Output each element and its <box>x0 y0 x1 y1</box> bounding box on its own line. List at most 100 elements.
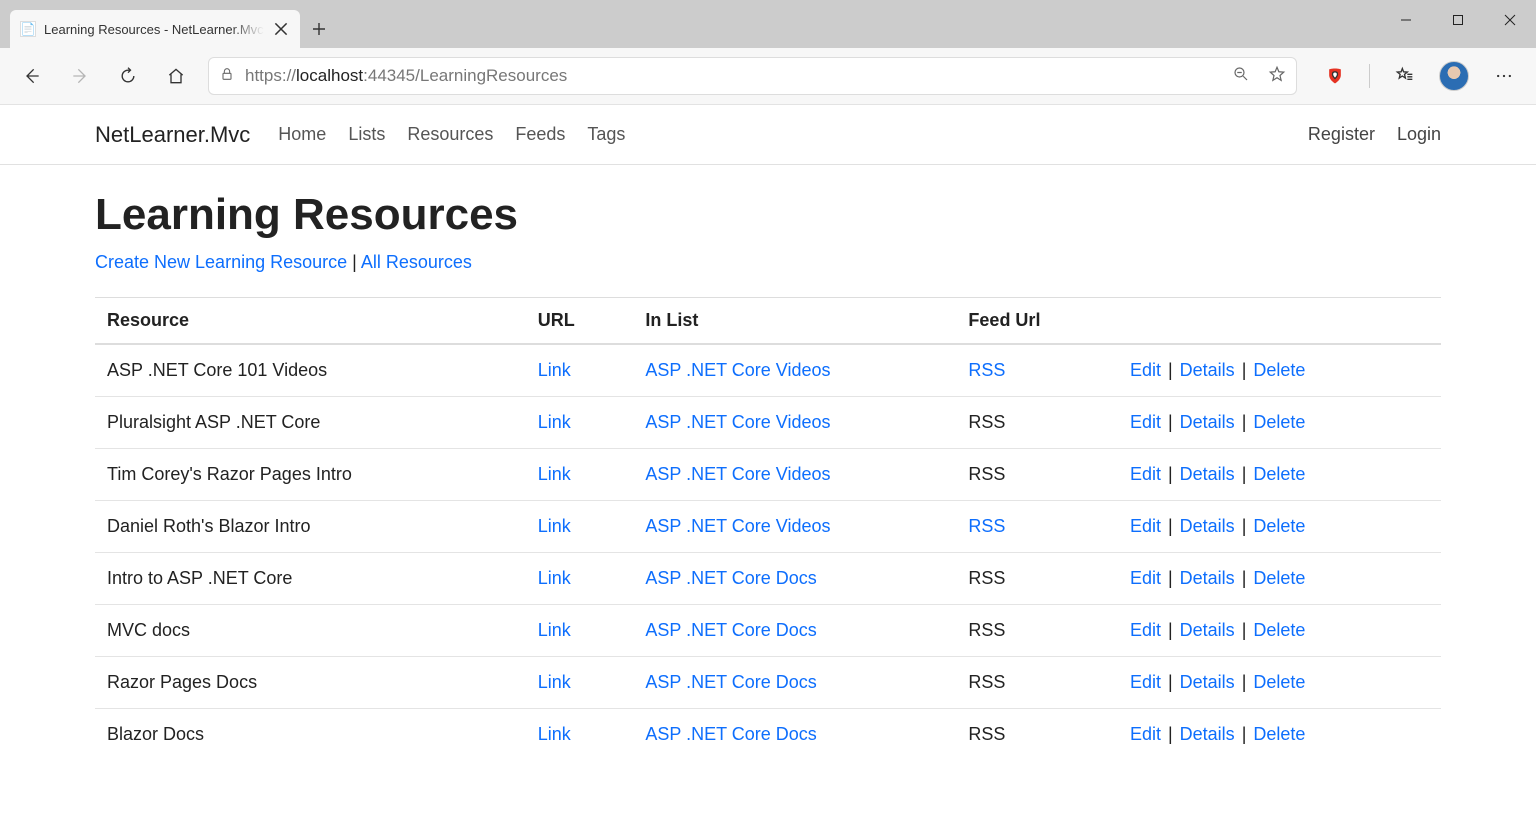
resource-link[interactable]: Link <box>538 672 571 692</box>
address-url: https://localhost:44345/LearningResource… <box>245 66 1222 86</box>
cell-resource: MVC docs <box>95 605 526 657</box>
edit-link[interactable]: Edit <box>1130 724 1161 744</box>
table-row: Razor Pages DocsLinkASP .NET Core DocsRS… <box>95 657 1441 709</box>
details-link[interactable]: Details <box>1180 412 1235 432</box>
resource-link[interactable]: Link <box>538 360 571 380</box>
delete-link[interactable]: Delete <box>1253 568 1305 588</box>
edit-link[interactable]: Edit <box>1130 516 1161 536</box>
adblock-icon[interactable] <box>1313 54 1357 98</box>
resource-link[interactable]: Link <box>538 516 571 536</box>
details-link[interactable]: Details <box>1180 464 1235 484</box>
edit-link[interactable]: Edit <box>1130 568 1161 588</box>
browser-tab[interactable]: 📄 Learning Resources - NetLearner.Mvc <box>10 10 300 48</box>
action-separator: | <box>1161 412 1180 432</box>
inlist-link[interactable]: ASP .NET Core Docs <box>645 568 816 588</box>
resource-link[interactable]: Link <box>538 568 571 588</box>
details-link[interactable]: Details <box>1180 360 1235 380</box>
zoom-icon[interactable] <box>1232 65 1250 88</box>
cell-actions: Edit | Details | Delete <box>1118 657 1441 709</box>
edit-link[interactable]: Edit <box>1130 360 1161 380</box>
inlist-link[interactable]: ASP .NET Core Docs <box>645 620 816 640</box>
delete-link[interactable]: Delete <box>1253 464 1305 484</box>
nav-link-home[interactable]: Home <box>278 124 326 145</box>
toolbar-separator <box>1369 64 1370 88</box>
delete-link[interactable]: Delete <box>1253 620 1305 640</box>
home-button[interactable] <box>154 54 198 98</box>
profile-avatar[interactable] <box>1432 54 1476 98</box>
forward-button[interactable] <box>58 54 102 98</box>
cell-inlist: ASP .NET Core Videos <box>633 397 956 449</box>
cell-resource: Tim Corey's Razor Pages Intro <box>95 449 526 501</box>
details-link[interactable]: Details <box>1180 516 1235 536</box>
favorites-bar-icon[interactable] <box>1382 54 1426 98</box>
menu-button[interactable] <box>1482 54 1526 98</box>
feed-link[interactable]: RSS <box>968 516 1005 536</box>
address-bar[interactable]: https://localhost:44345/LearningResource… <box>208 57 1297 95</box>
close-tab-button[interactable] <box>272 20 290 38</box>
refresh-button[interactable] <box>106 54 150 98</box>
edit-link[interactable]: Edit <box>1130 620 1161 640</box>
nav-link-feeds[interactable]: Feeds <box>515 124 565 145</box>
page-viewport[interactable]: NetLearner.Mvc Home Lists Resources Feed… <box>0 104 1536 840</box>
url-port: :44345 <box>363 66 415 85</box>
col-url: URL <box>526 298 634 345</box>
feed-link[interactable]: RSS <box>968 360 1005 380</box>
inlist-link[interactable]: ASP .NET Core Docs <box>645 672 816 692</box>
delete-link[interactable]: Delete <box>1253 412 1305 432</box>
inlist-link[interactable]: ASP .NET Core Videos <box>645 516 830 536</box>
resource-link[interactable]: Link <box>538 464 571 484</box>
inlist-link[interactable]: ASP .NET Core Docs <box>645 724 816 744</box>
delete-link[interactable]: Delete <box>1253 672 1305 692</box>
action-separator: | <box>1235 464 1254 484</box>
all-resources-link[interactable]: All Resources <box>361 252 472 272</box>
inlist-link[interactable]: ASP .NET Core Videos <box>645 412 830 432</box>
delete-link[interactable]: Delete <box>1253 724 1305 744</box>
cell-url: Link <box>526 709 634 761</box>
table-header-row: Resource URL In List Feed Url <box>95 298 1441 345</box>
details-link[interactable]: Details <box>1180 620 1235 640</box>
maximize-button[interactable] <box>1432 0 1484 40</box>
col-actions <box>1118 298 1441 345</box>
titlebar: 📄 Learning Resources - NetLearner.Mvc <box>0 0 1536 48</box>
inlist-link[interactable]: ASP .NET Core Videos <box>645 464 830 484</box>
action-separator: | <box>1161 464 1180 484</box>
nav-link-resources[interactable]: Resources <box>407 124 493 145</box>
resource-link[interactable]: Link <box>538 724 571 744</box>
edit-link[interactable]: Edit <box>1130 464 1161 484</box>
cell-inlist: ASP .NET Core Videos <box>633 344 956 397</box>
cell-url: Link <box>526 553 634 605</box>
nav-login[interactable]: Login <box>1397 124 1441 145</box>
delete-link[interactable]: Delete <box>1253 360 1305 380</box>
resource-link[interactable]: Link <box>538 412 571 432</box>
favorite-icon[interactable] <box>1268 65 1286 88</box>
nav-link-lists[interactable]: Lists <box>348 124 385 145</box>
inlist-link[interactable]: ASP .NET Core Videos <box>645 360 830 380</box>
edit-link[interactable]: Edit <box>1130 412 1161 432</box>
new-tab-button[interactable] <box>300 10 338 48</box>
brand[interactable]: NetLearner.Mvc <box>95 122 250 148</box>
delete-link[interactable]: Delete <box>1253 516 1305 536</box>
favicon-icon: 📄 <box>20 21 36 37</box>
cell-resource: Blazor Docs <box>95 709 526 761</box>
cell-feed: RSS <box>956 397 1118 449</box>
cell-resource: Razor Pages Docs <box>95 657 526 709</box>
close-window-button[interactable] <box>1484 0 1536 40</box>
nav-link-tags[interactable]: Tags <box>587 124 625 145</box>
cell-feed: RSS <box>956 709 1118 761</box>
table-row: Intro to ASP .NET CoreLinkASP .NET Core … <box>95 553 1441 605</box>
resource-link[interactable]: Link <box>538 620 571 640</box>
details-link[interactable]: Details <box>1180 724 1235 744</box>
create-new-link[interactable]: Create New Learning Resource <box>95 252 347 272</box>
sublink-separator: | <box>352 252 361 272</box>
col-feedurl: Feed Url <box>956 298 1118 345</box>
minimize-button[interactable] <box>1380 0 1432 40</box>
cell-resource: ASP .NET Core 101 Videos <box>95 344 526 397</box>
details-link[interactable]: Details <box>1180 568 1235 588</box>
nav-register[interactable]: Register <box>1308 124 1375 145</box>
url-path: /LearningResources <box>415 66 567 85</box>
lock-icon <box>219 66 235 87</box>
back-button[interactable] <box>10 54 54 98</box>
details-link[interactable]: Details <box>1180 672 1235 692</box>
cell-url: Link <box>526 657 634 709</box>
edit-link[interactable]: Edit <box>1130 672 1161 692</box>
